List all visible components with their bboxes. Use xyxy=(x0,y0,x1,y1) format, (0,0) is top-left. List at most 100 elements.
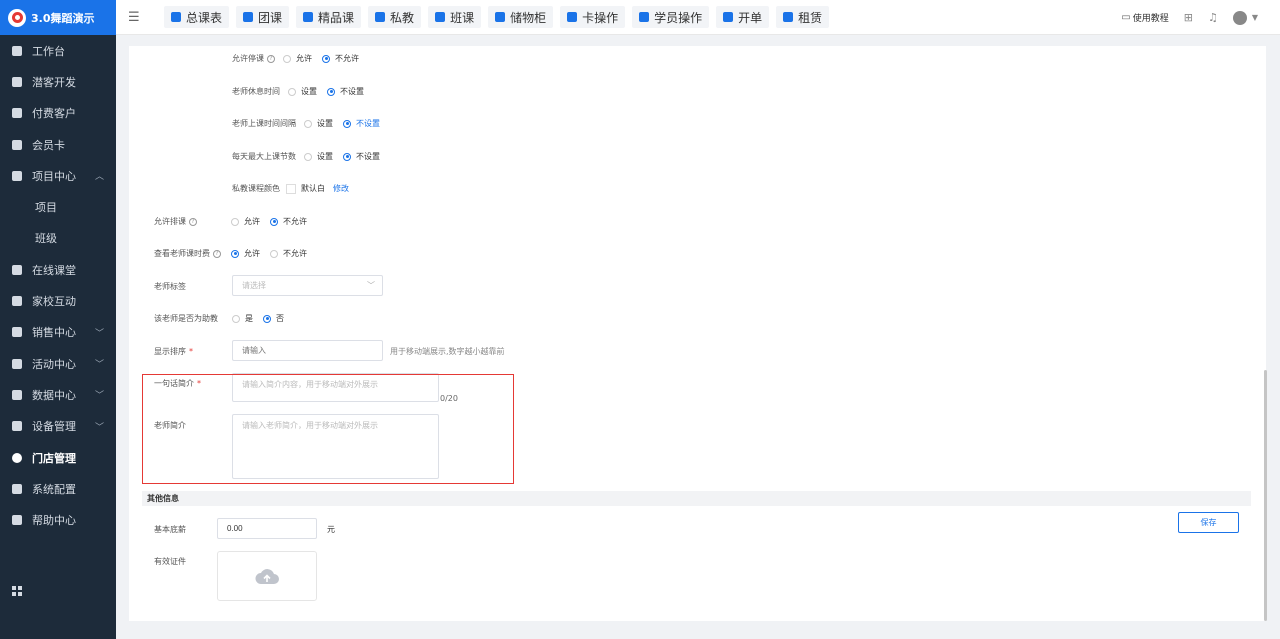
tab-order[interactable]: 开单 xyxy=(716,6,770,28)
select-placeholder: 请选择 xyxy=(242,281,266,290)
sidebar-item-system[interactable]: 系统配置 xyxy=(0,473,116,504)
sidebar-item-label: 数据中心 xyxy=(32,388,76,402)
bell-icon[interactable]: ♫ xyxy=(1208,11,1218,24)
tab-group-class[interactable]: 团课 xyxy=(236,6,290,28)
tab-class[interactable]: 班课 xyxy=(428,6,482,28)
caret-down-icon[interactable]: ▼ xyxy=(1252,13,1258,22)
sidebar-item-devices[interactable]: 设备管理 ﹀ xyxy=(0,411,116,442)
teacher-tag-label: 老师标签 xyxy=(154,282,186,291)
users-icon xyxy=(375,12,386,22)
chevron-down-icon: ﹀ xyxy=(367,281,375,290)
assistant-no[interactable]: 否 xyxy=(263,313,284,324)
teacher-tag-select[interactable]: 请选择 ﹀ xyxy=(232,275,383,296)
calendar-icon xyxy=(171,12,181,22)
tab-rental[interactable]: 租赁 xyxy=(776,6,830,28)
save-button[interactable]: 保存 xyxy=(1178,512,1239,533)
view-fee-yes[interactable]: 允许 xyxy=(231,248,260,259)
tab-locker[interactable]: 储物柜 xyxy=(488,6,554,28)
book-icon xyxy=(243,12,254,22)
brand[interactable]: 3.0舞蹈演示 xyxy=(0,0,116,35)
tab-label: 卡操作 xyxy=(582,10,619,25)
base-salary-row: 基本底薪 xyxy=(154,524,186,535)
sidebar-item-label: 帮助中心 xyxy=(32,514,76,528)
option-label: 不设置 xyxy=(340,87,364,96)
tab-label: 班课 xyxy=(450,10,475,25)
assistant-yes[interactable]: 是 xyxy=(232,313,253,324)
scrollbar[interactable] xyxy=(1264,370,1267,621)
sidebar-item-data[interactable]: 数据中心 ﹀ xyxy=(0,379,116,410)
image-icon xyxy=(12,45,22,56)
assistant-row: 该老师是否为助教 是 否 xyxy=(154,313,294,324)
view-fee-no[interactable]: 不允许 xyxy=(270,248,307,259)
sidebar-item-help[interactable]: 帮助中心 xyxy=(0,504,116,535)
tab-label: 总课表 xyxy=(186,10,223,25)
course-color-label: 私教课程颜色 xyxy=(232,184,280,193)
radio-checked-icon xyxy=(327,87,335,96)
teacher-rest-unset[interactable]: 不设置 xyxy=(327,86,364,97)
allow-schedule-yes[interactable]: 允许 xyxy=(231,216,260,227)
rental-icon xyxy=(783,12,794,22)
tab-premium-class[interactable]: 精品课 xyxy=(296,6,362,28)
class-interval-set[interactable]: 设置 xyxy=(304,118,333,129)
color-swatch xyxy=(286,183,296,194)
sidebar-item-membership[interactable]: 会员卡 xyxy=(0,129,116,160)
order-icon xyxy=(723,12,734,22)
sidebar-item-home-school[interactable]: 家校互动 xyxy=(0,285,116,316)
sidebar-item-leads[interactable]: 潜客开发 xyxy=(0,66,116,97)
option-label: 否 xyxy=(276,314,284,323)
help-icon[interactable]: ? xyxy=(213,249,221,258)
certificate-upload[interactable] xyxy=(217,551,317,601)
qr-code-icon[interactable]: ⊞ xyxy=(1184,11,1193,24)
sidebar-item-activity[interactable]: 活动中心 ﹀ xyxy=(0,348,116,379)
tab-student-ops[interactable]: 学员操作 xyxy=(632,6,710,28)
teacher-rest-set[interactable]: 设置 xyxy=(288,86,317,97)
sidebar-item-workbench[interactable]: 工作台 xyxy=(0,35,116,66)
base-salary-input[interactable] xyxy=(217,518,317,539)
sidebar-item-label: 家校互动 xyxy=(32,295,76,309)
option-label: 不允许 xyxy=(335,54,359,63)
bookmark-icon xyxy=(303,12,314,22)
option-label: 不允许 xyxy=(283,249,307,258)
help-icon[interactable]: ? xyxy=(267,54,275,63)
required-mark: * xyxy=(189,347,193,356)
allow-schedule-no[interactable]: 不允许 xyxy=(270,216,307,227)
sidebar-item-label: 系统配置 xyxy=(32,482,76,496)
sidebar-item-sales[interactable]: 销售中心 ﹀ xyxy=(0,317,116,348)
highlight-box xyxy=(142,374,514,484)
sidebar-item-customers[interactable]: 付费客户 xyxy=(0,98,116,129)
tab-private[interactable]: 私教 xyxy=(368,6,422,28)
menu-toggle-icon[interactable]: ☰ xyxy=(128,10,142,25)
sidebar-item-label: 活动中心 xyxy=(32,357,76,371)
teacher-rest-row: 老师休息时间 设置 不设置 xyxy=(232,86,374,97)
sidebar-subitem-class[interactable]: 班级 xyxy=(0,223,116,254)
view-fee-row: 查看老师课时费? 允许 不允许 xyxy=(154,248,317,259)
allow-pause-yes[interactable]: 允许 xyxy=(283,53,312,64)
option-label: 设置 xyxy=(317,152,333,161)
board-icon xyxy=(435,12,446,22)
apps-grid-icon[interactable] xyxy=(12,586,22,596)
tab-schedule[interactable]: 总课表 xyxy=(164,6,230,28)
class-interval-unset[interactable]: 不设置 xyxy=(343,118,380,129)
sidebar-item-online-class[interactable]: 在线课堂 xyxy=(0,254,116,285)
allow-pause-no[interactable]: 不允许 xyxy=(322,53,359,64)
color-value: 默认白 xyxy=(301,184,325,193)
sidebar-subitem-project[interactable]: 项目 xyxy=(0,191,116,222)
base-salary-unit: 元 xyxy=(327,525,335,534)
chevron-down-icon: ﹀ xyxy=(94,328,104,339)
help-icon[interactable]: ? xyxy=(189,217,197,226)
edit-color-link[interactable]: 修改 xyxy=(333,183,349,194)
sidebar-item-projects[interactable]: 项目中心 ︿ xyxy=(0,160,116,191)
sidebar-item-store[interactable]: 门店管理 xyxy=(0,442,116,473)
avatar[interactable] xyxy=(1232,10,1247,25)
max-daily-set[interactable]: 设置 xyxy=(304,151,333,162)
tab-card-ops[interactable]: 卡操作 xyxy=(560,6,626,28)
tab-label: 租赁 xyxy=(798,10,823,25)
allow-schedule-label: 允许排课 xyxy=(154,217,186,226)
radio-checked-icon xyxy=(231,249,239,258)
display-order-input[interactable] xyxy=(232,340,383,361)
chevron-down-icon: ﹀ xyxy=(94,391,104,402)
max-daily-unset[interactable]: 不设置 xyxy=(343,151,380,162)
tutorial-link[interactable]: 使用教程 xyxy=(1133,11,1169,24)
radio-icon xyxy=(232,314,240,323)
sidebar-item-label: 潜客开发 xyxy=(32,75,76,89)
